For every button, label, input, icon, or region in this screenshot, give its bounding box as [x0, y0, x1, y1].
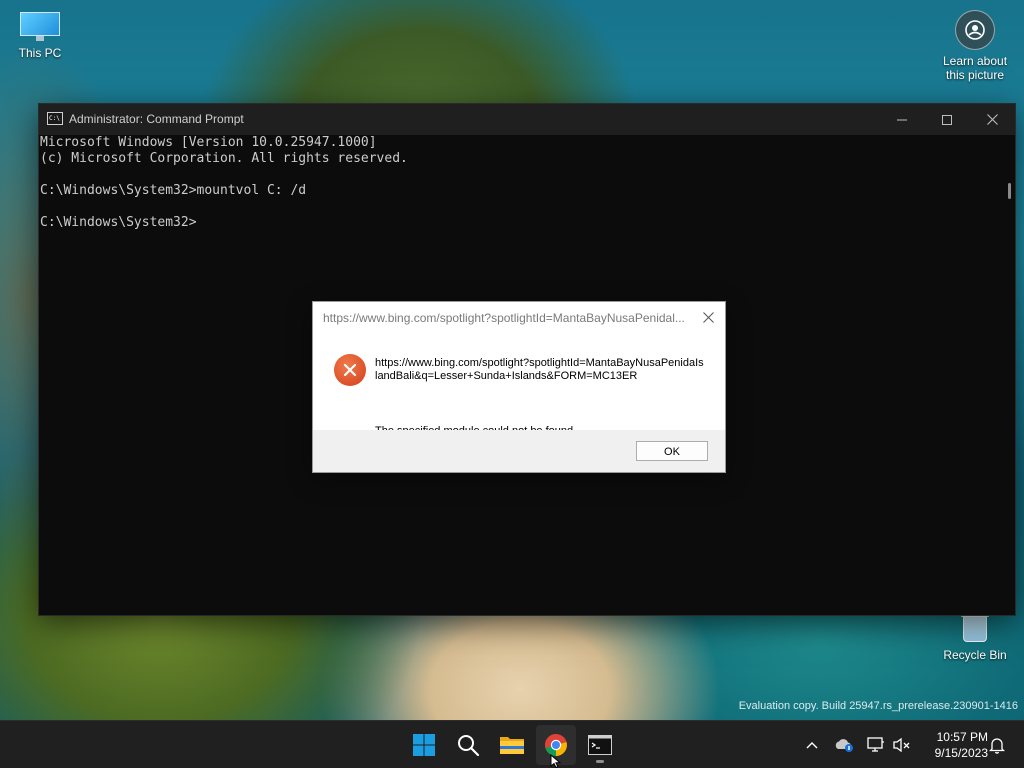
cmd-app-icon: C:\: [47, 112, 63, 125]
search-button[interactable]: [448, 725, 488, 765]
window-titlebar[interactable]: C:\ Administrator: Command Prompt: [39, 104, 1015, 135]
dialog-close-button[interactable]: [696, 306, 720, 328]
minimize-button[interactable]: [879, 104, 925, 135]
network-tray-button[interactable]: [865, 733, 887, 757]
dialog-body: https://www.bing.com/spotlight?spotlight…: [313, 332, 725, 437]
error-dialog[interactable]: https://www.bing.com/spotlight?spotlight…: [313, 302, 725, 472]
scrollbar-thumb[interactable]: [1008, 183, 1011, 199]
desktop: This PC Learn about this picture Recycle…: [0, 0, 1024, 720]
search-icon: [458, 735, 480, 757]
error-icon: [334, 354, 366, 386]
dialog-title: https://www.bing.com/spotlight?spotlight…: [323, 311, 685, 325]
desktop-icon-label: Recycle Bin: [943, 648, 1007, 662]
console-line: (c) Microsoft Corporation. All rights re…: [40, 151, 408, 166]
volume-tray-button[interactable]: [891, 733, 913, 757]
recycle-bin-icon: [960, 612, 990, 644]
vertical-scrollbar[interactable]: [1005, 135, 1015, 615]
notifications-button[interactable]: [986, 733, 1008, 757]
file-explorer-button[interactable]: [492, 725, 532, 765]
dialog-message: https://www.bing.com/spotlight?spotlight…: [375, 357, 704, 382]
clock-date: 9/15/2023: [934, 746, 988, 760]
bell-icon: [989, 738, 1005, 754]
computer-icon: [20, 10, 60, 42]
terminal-icon: [588, 735, 612, 755]
desktop-icon-recycle-bin[interactable]: Recycle Bin: [935, 612, 1015, 662]
desktop-icon-learn-about-picture[interactable]: Learn about this picture: [935, 10, 1015, 82]
close-icon: [986, 114, 998, 125]
start-button[interactable]: [404, 725, 444, 765]
evaluation-watermark: Evaluation copy. Build 25947.rs_prerelea…: [738, 700, 1018, 712]
maximize-icon: [942, 114, 952, 125]
console-line: C:\Windows\System32>: [40, 215, 197, 230]
cloud-icon: [835, 739, 853, 752]
maximize-button[interactable]: [924, 104, 970, 135]
chevron-up-icon: [806, 742, 818, 749]
console-line: Microsoft Windows [Version 10.0.25947.10…: [40, 135, 377, 150]
volume-muted-icon: [893, 737, 910, 753]
desktop-icon-label: Learn about this picture: [942, 54, 1008, 82]
close-icon: [702, 311, 714, 323]
desktop-icon-label: This PC: [18, 46, 62, 60]
mouse-cursor-icon: [550, 754, 562, 768]
camera-icon: [955, 10, 995, 50]
onedrive-tray-button[interactable]: [833, 733, 855, 757]
tray-clock[interactable]: 10:57 PM 9/15/2023: [918, 729, 988, 761]
ok-button[interactable]: OK: [636, 441, 708, 461]
dialog-titlebar[interactable]: https://www.bing.com/spotlight?spotlight…: [313, 302, 725, 332]
clock-time: 10:57 PM: [936, 730, 988, 744]
console-line: ​: [40, 199, 1006, 215]
taskbar: 10:57 PM 9/15/2023: [0, 720, 1024, 768]
dialog-footer: OK: [313, 430, 725, 472]
show-hidden-icons-button[interactable]: [801, 733, 823, 757]
console-line: C:\Windows\System32>mountvol C: /d: [40, 183, 307, 198]
windows-logo-icon: [413, 734, 435, 756]
folder-icon: [500, 737, 524, 754]
command-prompt-taskbar-button[interactable]: [580, 725, 620, 765]
window-title: Administrator: Command Prompt: [69, 112, 244, 126]
running-indicator: [596, 760, 604, 763]
console-line: ​: [40, 167, 1006, 183]
network-icon: [867, 737, 884, 752]
minimize-icon: [897, 119, 907, 120]
close-button[interactable]: [969, 104, 1015, 135]
desktop-icon-this-pc[interactable]: This PC: [0, 10, 80, 60]
